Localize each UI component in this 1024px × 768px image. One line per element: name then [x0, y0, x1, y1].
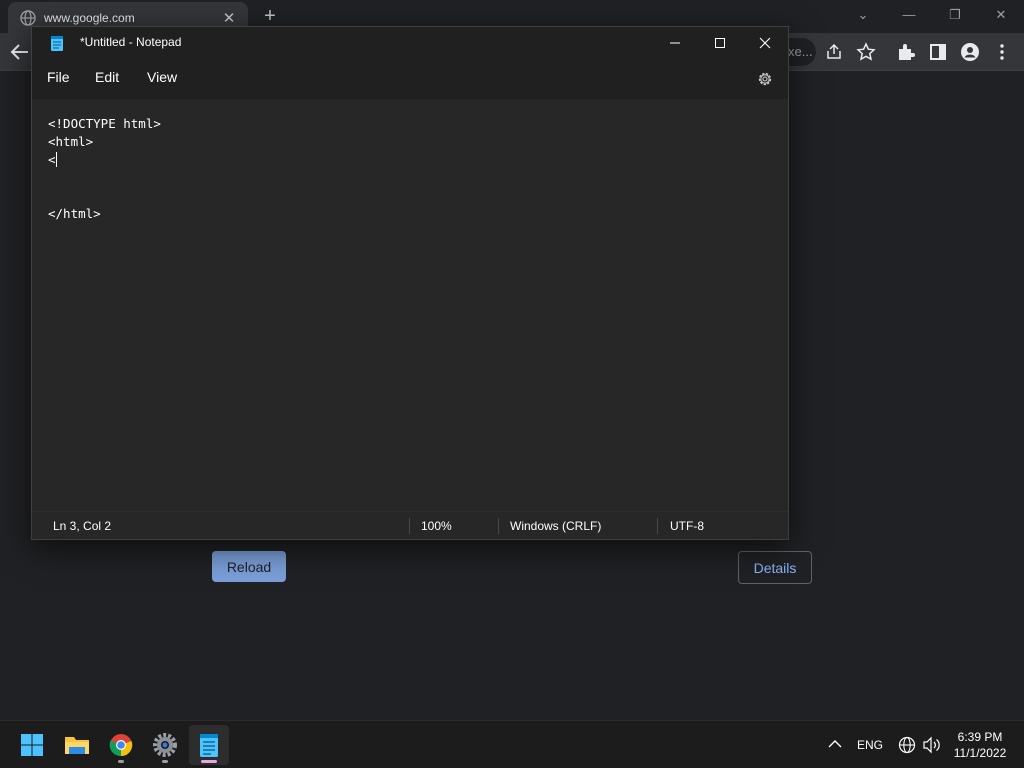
status-divider	[657, 518, 658, 534]
menu-file[interactable]: File	[47, 69, 70, 85]
chevron-up-icon[interactable]	[828, 739, 842, 749]
text-caret	[55, 152, 57, 167]
text-line: <html>	[48, 134, 94, 149]
line-ending: Windows (CRLF)	[510, 519, 602, 533]
status-divider	[498, 518, 499, 534]
close-icon	[759, 37, 771, 49]
side-panel-icon[interactable]	[928, 42, 948, 62]
settings-taskbar-button[interactable]	[145, 725, 185, 765]
details-button[interactable]: Details	[738, 551, 812, 584]
active-indicator	[201, 760, 217, 763]
chrome-tab-title: www.google.com	[44, 10, 135, 25]
encoding: UTF-8	[670, 519, 704, 533]
notepad-app-icon	[51, 36, 63, 51]
globe-icon	[20, 9, 36, 26]
tab-search-icon[interactable]: ⌄	[848, 4, 878, 26]
text-line: </html>	[48, 206, 101, 221]
menu-view[interactable]: View	[147, 69, 177, 85]
system-clock[interactable]: 6:39 PM 11/1/2022	[948, 729, 1012, 761]
text-line-content: <	[48, 152, 56, 167]
running-indicator	[118, 760, 124, 763]
text-line	[48, 169, 772, 187]
zoom-level: 100%	[421, 519, 452, 533]
notepad-titlebar[interactable]: *Untitled - Notepad	[32, 27, 788, 59]
notepad-taskbar-button[interactable]	[189, 725, 229, 765]
back-arrow-icon[interactable]	[8, 41, 32, 63]
new-tab-button[interactable]: +	[258, 4, 282, 28]
status-divider	[409, 518, 410, 534]
file-explorer-button[interactable]	[57, 725, 97, 765]
settings-gear-icon[interactable]	[756, 70, 774, 88]
extensions-icon[interactable]	[896, 42, 916, 62]
chrome-taskbar-button[interactable]	[101, 725, 141, 765]
chrome-minimize-button[interactable]: —	[894, 4, 924, 26]
notepad-title: *Untitled - Notepad	[80, 35, 182, 49]
clock-time: 6:39 PM	[957, 730, 1003, 744]
bookmark-star-icon[interactable]	[856, 42, 876, 62]
notepad-minimize-button[interactable]	[652, 27, 698, 59]
taskbar: ENG 6:39 PM 11/1/2022	[0, 720, 1024, 768]
chrome-restore-button[interactable]: ❐	[940, 4, 970, 26]
notepad-close-button[interactable]	[742, 27, 788, 59]
chrome-menu-icon[interactable]	[992, 42, 1012, 62]
windows-start-icon	[21, 734, 43, 756]
tab-close-icon[interactable]: ✕	[220, 9, 238, 27]
minimize-icon	[670, 42, 680, 44]
volume-icon[interactable]	[922, 736, 942, 754]
menu-edit[interactable]: Edit	[95, 69, 119, 85]
cursor-position: Ln 3, Col 2	[53, 519, 112, 533]
text-line-current: <	[48, 151, 772, 169]
maximize-icon	[715, 38, 725, 48]
text-line: <!DOCTYPE html>	[48, 116, 161, 131]
reload-button[interactable]: Reload	[212, 551, 286, 582]
notepad-text-area[interactable]: <!DOCTYPE html> <html> < </html>	[32, 99, 788, 511]
notepad-window: *Untitled - Notepad File Edit View <!DOC…	[31, 26, 789, 540]
chrome-close-button[interactable]: ✕	[986, 4, 1016, 26]
start-button[interactable]	[12, 725, 52, 765]
settings-icon	[153, 733, 177, 757]
running-indicator	[162, 760, 168, 763]
profile-icon[interactable]	[960, 42, 980, 62]
file-explorer-icon	[65, 737, 89, 754]
notepad-statusbar: Ln 3, Col 2 100% Windows (CRLF) UTF-8	[32, 511, 788, 539]
chrome-icon	[109, 734, 133, 757]
clock-date: 11/1/2022	[953, 746, 1007, 760]
notepad-maximize-button[interactable]	[697, 27, 743, 59]
notepad-icon	[200, 734, 218, 757]
text-line	[48, 187, 772, 205]
input-language[interactable]: ENG	[857, 738, 883, 752]
notepad-menubar: File Edit View	[32, 59, 788, 99]
network-globe-icon[interactable]	[898, 736, 916, 754]
share-icon[interactable]	[824, 42, 844, 62]
